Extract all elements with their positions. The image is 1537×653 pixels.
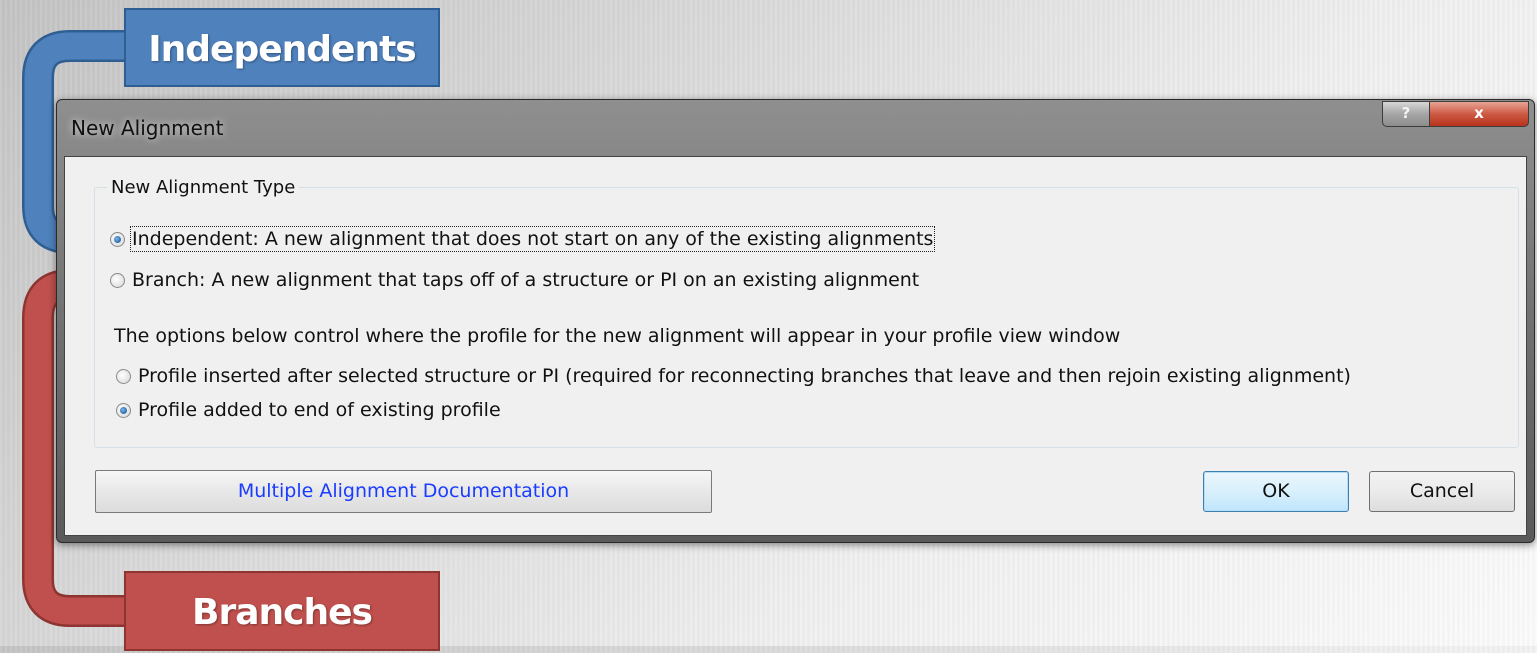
radio-profile-added-indicator[interactable] (116, 402, 131, 418)
branches-callout: Branches (124, 571, 440, 651)
radio-branch[interactable]: Branch: A new alignment that taps off of… (110, 269, 919, 291)
alignment-type-groupbox: New Alignment Type Independent: A new al… (94, 177, 1519, 448)
close-button[interactable]: x (1429, 101, 1529, 127)
cancel-button[interactable]: Cancel (1369, 471, 1515, 512)
radio-independent-label[interactable]: Independent: A new alignment that does n… (129, 226, 936, 252)
new-alignment-dialog: New Alignment ? x New Alignment Type Ind… (56, 99, 1535, 543)
radio-independent[interactable]: Independent: A new alignment that does n… (110, 226, 936, 252)
documentation-button[interactable]: Multiple Alignment Documentation (95, 470, 712, 513)
radio-profile-inserted-label[interactable]: Profile inserted after selected structur… (138, 365, 1351, 387)
profile-info-text: The options below control where the prof… (114, 325, 1121, 347)
radio-profile-added-label[interactable]: Profile added to end of existing profile (138, 399, 501, 421)
radio-profile-inserted-indicator[interactable] (116, 368, 131, 384)
radio-profile-added[interactable]: Profile added to end of existing profile (116, 399, 501, 421)
radio-profile-inserted[interactable]: Profile inserted after selected structur… (116, 365, 1351, 387)
independents-callout: Independents (124, 8, 440, 87)
dialog-title: New Alignment (71, 116, 224, 140)
radio-branch-label[interactable]: Branch: A new alignment that taps off of… (132, 269, 919, 291)
ok-button[interactable]: OK (1203, 471, 1349, 512)
dialog-client-area: New Alignment Type Independent: A new al… (64, 156, 1527, 536)
radio-independent-indicator[interactable] (110, 231, 125, 247)
group-title: New Alignment Type (107, 177, 300, 199)
help-button[interactable]: ? (1382, 101, 1430, 127)
dialog-titlebar[interactable]: New Alignment ? x (57, 100, 1534, 156)
radio-branch-indicator[interactable] (110, 272, 125, 288)
